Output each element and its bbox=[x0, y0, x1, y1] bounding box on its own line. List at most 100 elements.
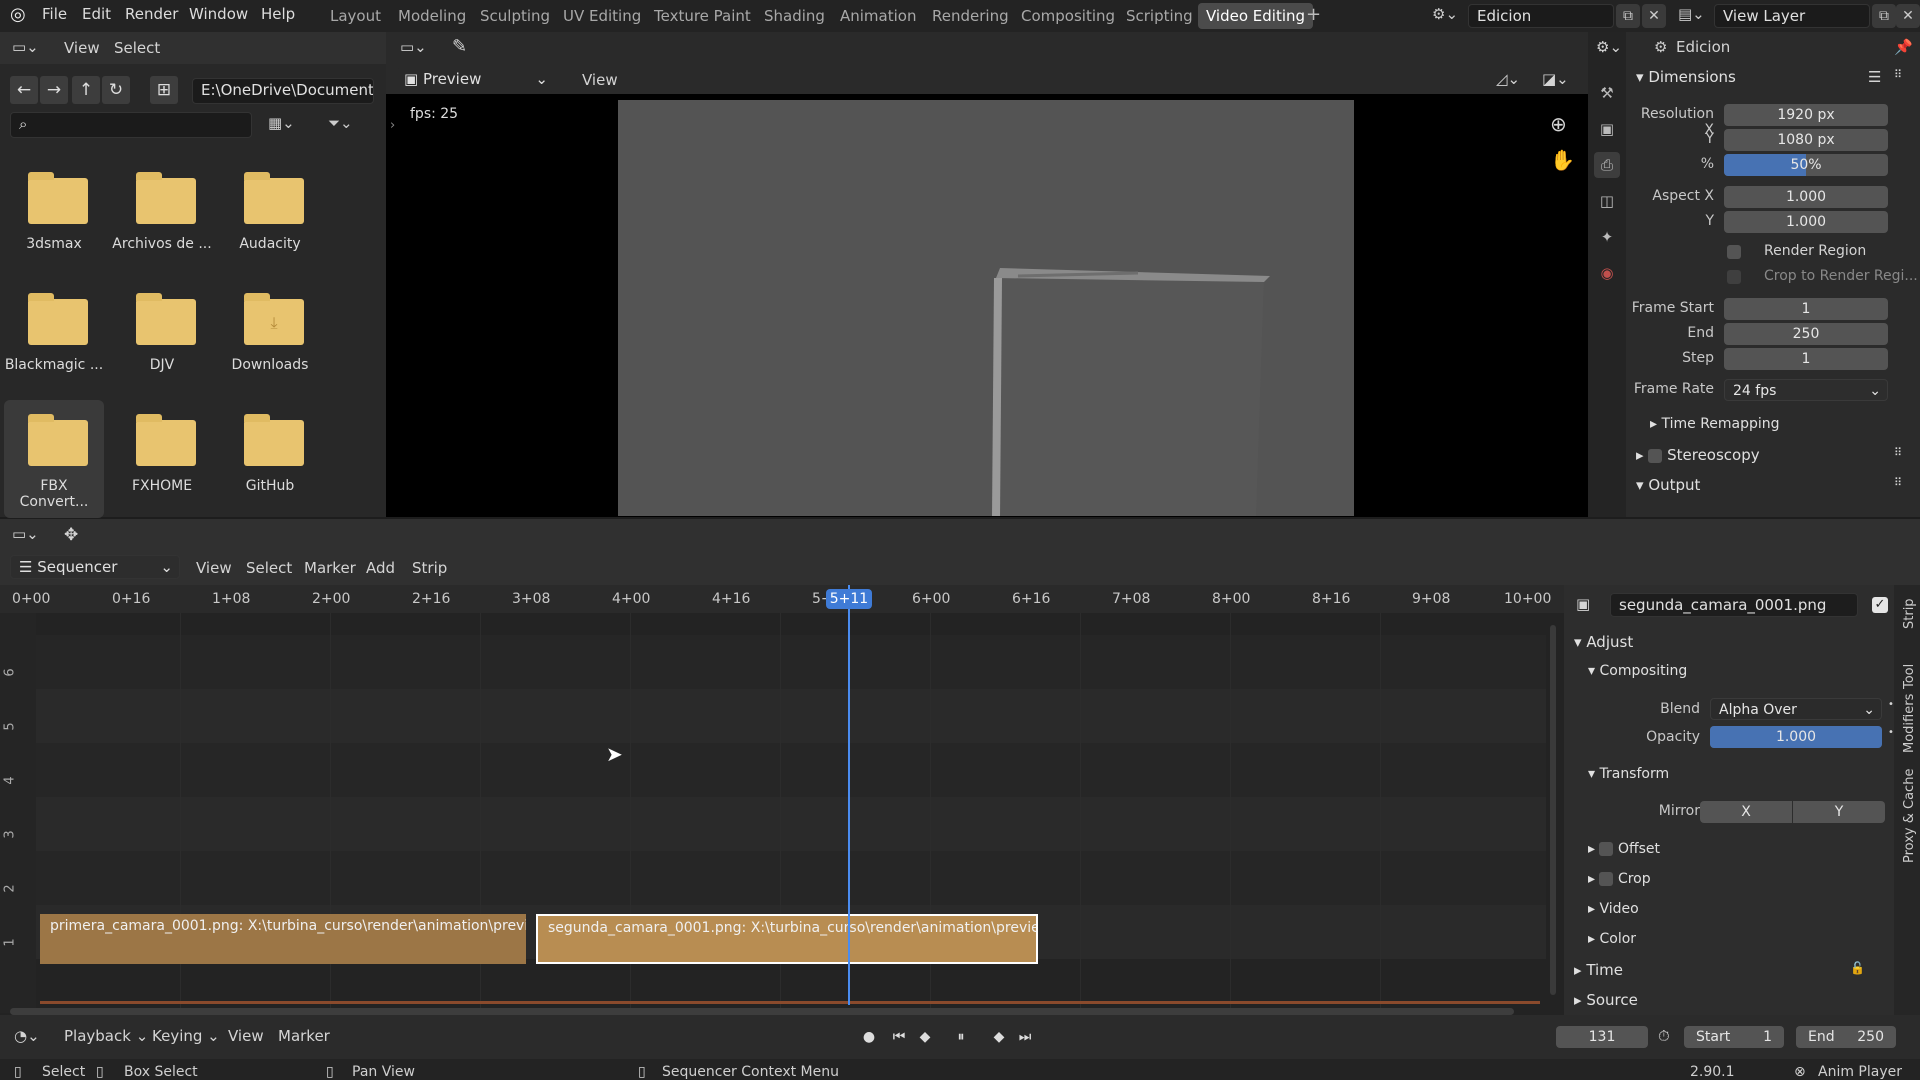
tab-shading[interactable]: Shading bbox=[756, 3, 833, 29]
tab-modeling[interactable]: Modeling bbox=[390, 3, 474, 29]
search-input[interactable]: ⌕ bbox=[10, 112, 252, 138]
resolution-y-field[interactable]: 1080 px bbox=[1724, 129, 1888, 151]
view-layer-icon[interactable]: ▤⌄ bbox=[1678, 5, 1705, 23]
folder-item[interactable]: FXHOME bbox=[112, 400, 212, 518]
back-icon[interactable]: ← bbox=[10, 76, 38, 104]
blender-logo-icon[interactable]: ◎ bbox=[10, 4, 26, 25]
folder-item[interactable]: ⤓ Downloads bbox=[220, 279, 320, 397]
folder-item-selected[interactable]: FBX Convert... bbox=[4, 400, 104, 518]
color-section[interactable]: ▸ Color bbox=[1588, 931, 1636, 947]
view-layer-field[interactable]: View Layer bbox=[1714, 4, 1870, 28]
seq-menu-add[interactable]: Add bbox=[366, 559, 395, 577]
pan-hand-icon[interactable]: ✋ bbox=[1550, 148, 1575, 172]
new-scene-icon[interactable]: ⧉ bbox=[1616, 4, 1640, 28]
video-section[interactable]: ▸ Video bbox=[1588, 901, 1639, 917]
folder-item[interactable]: Audacity bbox=[220, 158, 320, 276]
editor-type-icon[interactable]: ▭⌄ bbox=[12, 525, 39, 543]
strip-enabled-checkbox[interactable]: ✓ bbox=[1872, 597, 1888, 613]
delete-view-layer-icon[interactable]: ✕ bbox=[1896, 4, 1920, 28]
dimensions-section[interactable]: ▾ Dimensions bbox=[1636, 68, 1736, 86]
transform-section[interactable]: ▾ Transform bbox=[1588, 766, 1669, 782]
editor-type-icon[interactable]: ▭⌄ bbox=[12, 38, 39, 56]
frame-rate-dropdown[interactable]: 24 fps ⌄ bbox=[1724, 379, 1888, 401]
horizontal-scrollbar[interactable] bbox=[10, 1008, 1514, 1015]
scene-field[interactable]: Edicion bbox=[1468, 4, 1614, 28]
time-section[interactable]: ▸ Time bbox=[1574, 961, 1623, 979]
seq-menu-marker[interactable]: Marker bbox=[304, 559, 356, 577]
add-workspace-icon[interactable]: + bbox=[1306, 4, 1321, 25]
pin-icon[interactable]: 📌 bbox=[1894, 38, 1913, 56]
vertical-scrollbar[interactable] bbox=[1550, 625, 1556, 995]
new-view-layer-icon[interactable]: ⧉ bbox=[1872, 4, 1896, 28]
tab-layout[interactable]: Layout bbox=[322, 3, 389, 29]
tool-tab-icon[interactable]: ⚒ bbox=[1594, 80, 1620, 106]
refresh-icon[interactable]: ↻ bbox=[102, 76, 130, 104]
menu-view[interactable]: View bbox=[228, 1027, 264, 1045]
menu-playback[interactable]: Playback ⌄ bbox=[64, 1027, 148, 1045]
tab-texture-paint[interactable]: Texture Paint bbox=[646, 3, 759, 29]
tab-compositing[interactable]: Compositing bbox=[1013, 3, 1123, 29]
folder-item[interactable]: GitHub bbox=[220, 400, 320, 518]
folder-item[interactable]: 3dsmax bbox=[4, 158, 104, 276]
menu-keying[interactable]: Keying ⌄ bbox=[152, 1027, 220, 1045]
offset-checkbox[interactable] bbox=[1599, 842, 1614, 856]
offset-section[interactable]: ▸ Offset bbox=[1588, 841, 1660, 857]
display-channel-icon[interactable]: ◿⌄ bbox=[1496, 70, 1520, 88]
overlay-icon[interactable]: ◪⌄ bbox=[1542, 70, 1569, 88]
menu-window[interactable]: Window bbox=[189, 5, 248, 23]
preview-canvas[interactable] bbox=[618, 100, 1354, 518]
sequencer-view-dropdown[interactable]: ☰ Sequencer ⌄ bbox=[10, 555, 180, 579]
output-section[interactable]: ▾ Output bbox=[1636, 476, 1700, 494]
drag-handle-icon[interactable]: ⠿ bbox=[1894, 68, 1902, 81]
resolution-x-field[interactable]: 1920 px bbox=[1724, 104, 1888, 126]
seq-menu-select[interactable]: Select bbox=[246, 559, 292, 577]
pause-icon[interactable]: ⏸ bbox=[950, 1026, 972, 1048]
compositing-section[interactable]: ▾ Compositing bbox=[1588, 663, 1687, 679]
time-remapping-section[interactable]: ▸ Time Remapping bbox=[1650, 416, 1780, 432]
scene-tab-icon[interactable]: ✦ bbox=[1594, 224, 1620, 250]
menu-marker[interactable]: Marker bbox=[278, 1027, 330, 1045]
world-tab-icon[interactable]: ◉ bbox=[1594, 260, 1620, 286]
presets-icon[interactable]: ☰ bbox=[1868, 68, 1881, 86]
tab-modifiers[interactable]: Modifiers bbox=[1902, 694, 1917, 753]
prev-keyframe-icon[interactable]: ◆ bbox=[914, 1026, 936, 1048]
render-region-checkbox[interactable] bbox=[1727, 245, 1741, 259]
parent-dir-icon[interactable]: ↑ bbox=[72, 76, 100, 104]
zoom-icon[interactable]: ⊕ bbox=[1550, 112, 1567, 136]
frame-end-field[interactable]: 250 bbox=[1724, 323, 1888, 345]
frame-start-field[interactable]: 1 bbox=[1724, 298, 1888, 320]
image-strip[interactable]: primera_camara_0001.png: X:\turbina_curs… bbox=[40, 914, 526, 964]
resolution-pct-slider[interactable]: 50% bbox=[1724, 154, 1888, 176]
output-tab-icon[interactable]: ⎙ bbox=[1594, 152, 1620, 178]
tab-video-editing[interactable]: Video Editing bbox=[1198, 3, 1314, 29]
view-type-dropdown[interactable]: ▣ Preview ⌄ bbox=[396, 68, 554, 92]
fb-menu-select[interactable]: Select bbox=[114, 39, 160, 57]
editor-type-icon[interactable]: ⚙⌄ bbox=[1596, 38, 1622, 56]
jump-start-icon[interactable]: ⏮ bbox=[888, 1026, 910, 1048]
eyedropper-icon[interactable]: ✎ bbox=[452, 36, 467, 57]
tab-uv-editing[interactable]: UV Editing bbox=[555, 3, 649, 29]
next-keyframe-icon[interactable]: ◆ bbox=[988, 1026, 1010, 1048]
seq-menu-strip[interactable]: Strip bbox=[412, 559, 447, 577]
jump-end-icon[interactable]: ⏭ bbox=[1014, 1026, 1036, 1048]
aspect-y-field[interactable]: 1.000 bbox=[1724, 211, 1888, 233]
tab-rendering[interactable]: Rendering bbox=[924, 3, 1017, 29]
preview-range-icon[interactable]: ⏱ bbox=[1658, 1027, 1670, 1045]
scene-selector-icon[interactable]: ⚙⌄ bbox=[1432, 5, 1458, 23]
sequencer-timeline[interactable]: 0+00 0+16 1+08 2+00 2+16 3+08 4+00 4+16 … bbox=[0, 585, 1564, 1015]
start-frame-field[interactable]: Start 1 bbox=[1684, 1026, 1784, 1048]
menu-help[interactable]: Help bbox=[261, 5, 295, 23]
view-layer-tab-icon[interactable]: ◫ bbox=[1594, 188, 1620, 214]
lock-icon[interactable]: 🔓 bbox=[1850, 961, 1865, 975]
drag-handle-icon[interactable]: ⠿ bbox=[1894, 446, 1902, 459]
stereoscopy-checkbox[interactable] bbox=[1648, 448, 1663, 463]
delete-scene-icon[interactable]: ✕ bbox=[1642, 4, 1666, 28]
tab-proxy-cache[interactable]: Proxy & Cache bbox=[1902, 769, 1917, 863]
render-tab-icon[interactable]: ▣ bbox=[1594, 116, 1620, 142]
playhead-frame-label[interactable]: 5+11 bbox=[826, 589, 872, 609]
folder-item[interactable]: Blackmagic ... bbox=[4, 279, 104, 397]
fb-menu-view[interactable]: View bbox=[64, 39, 100, 57]
opacity-slider[interactable]: 1.000 bbox=[1710, 726, 1882, 748]
close-icon[interactable]: ⊗ bbox=[1794, 1064, 1806, 1080]
menu-file[interactable]: File bbox=[42, 5, 67, 23]
